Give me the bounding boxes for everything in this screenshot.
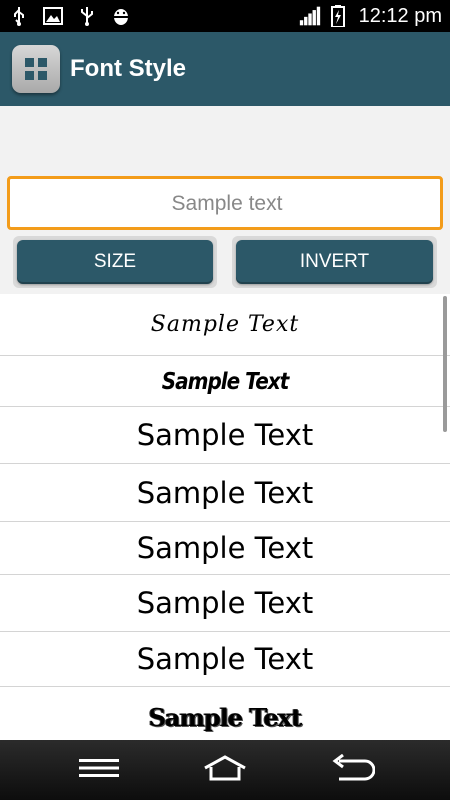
android-debug-icon	[110, 5, 132, 27]
font-sample-text: Sample Text	[136, 418, 314, 452]
font-sample-text: Sample Text	[148, 702, 303, 732]
invert-button-frame: INVERT	[232, 236, 437, 288]
list-item[interactable]: Sample Text	[0, 356, 450, 407]
list-item[interactable]: Sample Text	[0, 522, 450, 575]
font-sample-text: Sample Text	[150, 312, 300, 337]
list-item[interactable]: Sample Text	[0, 464, 450, 522]
font-sample-text: Sample Text	[136, 475, 314, 510]
size-button-frame: SIZE	[13, 236, 217, 288]
grid-app-icon[interactable]	[12, 45, 60, 93]
list-scrollbar[interactable]	[443, 296, 447, 432]
signal-icon	[299, 5, 321, 27]
back-button[interactable]	[317, 745, 387, 795]
action-bar: Font Style	[0, 32, 450, 106]
sample-text-field-frame	[7, 176, 444, 230]
list-item[interactable]: Sample Text	[0, 687, 450, 740]
list-item[interactable]: Sample Text	[0, 294, 450, 356]
usb-icon	[76, 5, 98, 27]
font-sample-text: Sample Text	[136, 642, 314, 676]
list-item[interactable]: Sample Text	[0, 632, 450, 687]
sample-text-input[interactable]	[10, 179, 444, 229]
battery-charging-icon	[327, 5, 349, 27]
home-button[interactable]	[190, 745, 260, 795]
font-list[interactable]: Sample Text Sample Text Sample Text Samp…	[0, 294, 450, 740]
image-icon	[42, 5, 64, 27]
usb-icon	[8, 5, 30, 27]
back-icon	[329, 753, 376, 786]
font-sample-text: Sample Text	[136, 586, 314, 620]
menu-button[interactable]	[64, 745, 134, 795]
list-item[interactable]: Sample Text	[0, 575, 450, 632]
status-bar: 12:12 pm	[0, 0, 450, 32]
invert-button[interactable]: INVERT	[236, 240, 433, 284]
font-sample-text: Sample Text	[161, 367, 290, 395]
home-icon	[202, 755, 248, 785]
size-button[interactable]: SIZE	[17, 240, 213, 284]
status-time: 12:12 pm	[358, 4, 442, 27]
page-title: Font Style	[70, 55, 187, 82]
list-item[interactable]: Sample Text	[0, 407, 450, 464]
font-sample-text: Sample Text	[136, 531, 314, 565]
menu-icon	[79, 757, 119, 783]
navigation-bar	[0, 740, 450, 800]
